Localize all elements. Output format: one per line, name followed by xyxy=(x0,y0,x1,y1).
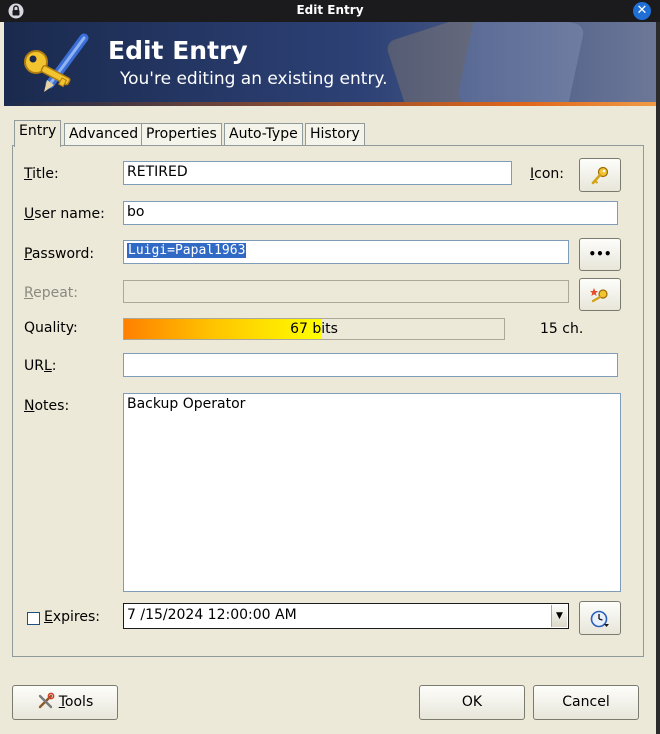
repeat-field[interactable] xyxy=(123,280,569,303)
username-field[interactable]: bo xyxy=(123,201,618,225)
icon-label: Icon: xyxy=(530,166,564,182)
tab-auto-type[interactable]: Auto-Type xyxy=(224,123,303,146)
username-label: User name: xyxy=(24,206,105,222)
quality-bar: 67 bits xyxy=(123,318,505,340)
chevron-down-icon[interactable]: ▼ xyxy=(551,605,567,627)
clock-icon xyxy=(590,610,609,628)
window-edge xyxy=(656,22,660,734)
expires-value: 7 /15/2024 12:00:00 AM xyxy=(127,607,297,623)
password-generator-button[interactable] xyxy=(579,278,621,311)
tab-advanced[interactable]: Advanced xyxy=(64,123,144,146)
quality-label: Quality: xyxy=(24,320,78,336)
ok-button[interactable]: OK xyxy=(419,685,525,720)
tab-properties[interactable]: Properties xyxy=(141,123,222,146)
banner-accent-line xyxy=(4,102,656,106)
url-label: URL: xyxy=(24,358,57,374)
char-count: 15 ch. xyxy=(540,321,584,337)
entry-icon-button[interactable] xyxy=(579,158,621,192)
tools-icon xyxy=(38,692,55,709)
password-field[interactable]: Luigi=Papal1963 xyxy=(123,240,569,264)
password-label: Password: xyxy=(24,246,95,262)
notes-label: Notes: xyxy=(24,398,70,414)
expires-label: Expires: xyxy=(44,609,100,625)
key-wand-icon xyxy=(590,288,608,303)
cancel-button[interactable]: Cancel xyxy=(533,685,639,720)
key-icon xyxy=(591,166,609,185)
tools-button[interactable]: Tools xyxy=(12,685,118,720)
notes-textarea[interactable]: Backup Operator xyxy=(123,393,621,592)
close-icon[interactable]: ✕ xyxy=(633,2,651,20)
key-pen-icon xyxy=(24,33,89,92)
tab-history[interactable]: History xyxy=(305,123,365,146)
repeat-label: Repeat: xyxy=(24,285,79,301)
window-titlebar: Edit Entry ✕ xyxy=(0,0,660,22)
expires-preset-button[interactable] xyxy=(579,601,621,635)
title-field[interactable]: RETIRED xyxy=(123,161,512,185)
banner-subtitle: You're editing an existing entry. xyxy=(120,69,388,89)
title-label: Title: xyxy=(24,166,59,182)
window-title: Edit Entry xyxy=(296,3,364,17)
password-selected-text: Luigi=Papal1963 xyxy=(127,243,247,258)
banner-watermark xyxy=(387,22,584,106)
banner-title: Edit Entry xyxy=(108,36,248,65)
url-field[interactable] xyxy=(123,353,618,377)
password-toggle-button[interactable]: ••• xyxy=(579,238,621,271)
tab-entry[interactable]: Entry xyxy=(14,120,62,147)
quality-bits: 67 bits xyxy=(290,321,338,337)
expires-datetime-picker[interactable]: 7 /15/2024 12:00:00 AM ▼ xyxy=(123,603,569,629)
expires-checkbox[interactable] xyxy=(27,612,40,625)
header-banner: Edit Entry You're editing an existing en… xyxy=(4,22,656,106)
